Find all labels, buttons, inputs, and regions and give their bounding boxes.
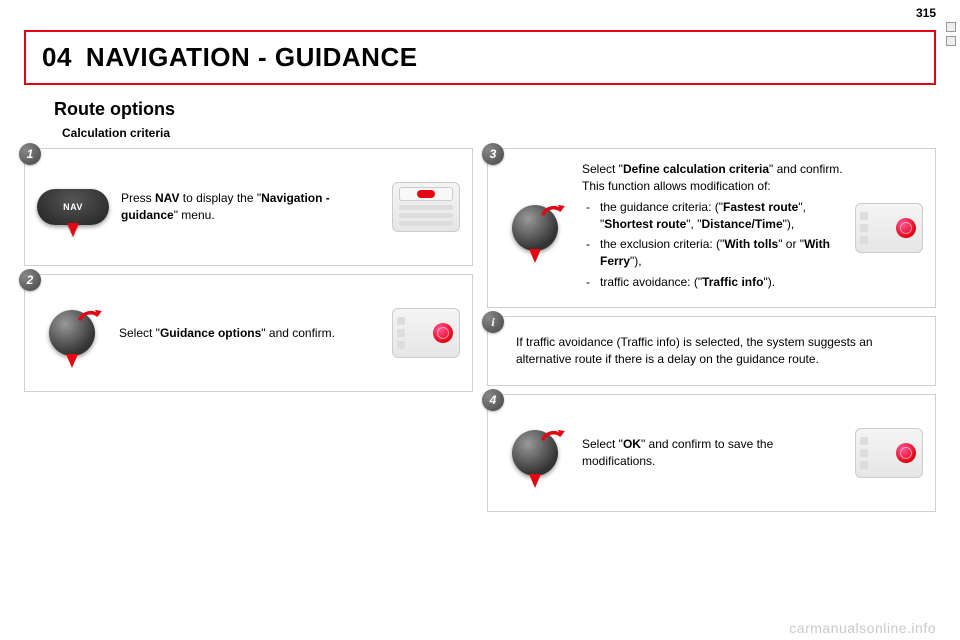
rotary-knob-icon — [500, 426, 570, 480]
panel-thumbnail — [392, 182, 460, 232]
rotate-arrow-icon — [538, 424, 566, 452]
chapter-title: 04 NAVIGATION - GUIDANCE — [42, 42, 918, 73]
text-bold: NAV — [155, 191, 179, 205]
step-2: 2 Select "Guidance options" and confirm. — [24, 274, 473, 392]
text-bold: Traffic info — [702, 275, 763, 289]
page-number: 315 — [916, 6, 936, 20]
text: the guidance criteria: (" — [600, 200, 723, 214]
text: " menu. — [174, 208, 215, 222]
rotary-knob-icon — [500, 201, 570, 255]
text: the exclusion criteria: (" — [600, 237, 724, 251]
right-column: 3 Select "Define calculation criteria" a… — [487, 148, 936, 512]
text: "), — [783, 217, 795, 231]
text: Select " — [582, 437, 623, 451]
text: This function allows modification of: — [582, 178, 843, 195]
text: ", " — [686, 217, 701, 231]
text: " or " — [778, 237, 804, 251]
info-note: i If traffic avoidance (Traffic info) is… — [487, 316, 936, 386]
text-bold: With tolls — [724, 237, 778, 251]
text: "), — [630, 254, 642, 268]
text-bold: Fastest route — [723, 200, 798, 214]
side-markers — [946, 22, 956, 46]
text: "). — [763, 275, 775, 289]
step-2-text: Select "Guidance options" and confirm. — [119, 325, 380, 342]
nav-button-icon: NAV — [37, 189, 109, 225]
text-bold: Shortest route — [604, 217, 686, 231]
text: Select " — [119, 326, 160, 340]
rotate-arrow-icon — [75, 304, 103, 332]
step-4-text: Select "OK" and confirm to save the modi… — [582, 436, 843, 470]
panel-thumbnail — [392, 308, 460, 358]
subsection-title: Calculation criteria — [62, 126, 936, 140]
watermark: carmanualsonline.info — [789, 620, 936, 636]
text-bold: OK — [623, 437, 641, 451]
step-3: 3 Select "Define calculation criteria" a… — [487, 148, 936, 308]
text: traffic avoidance: (" — [600, 275, 702, 289]
rotary-knob-icon — [37, 306, 107, 360]
step-badge: 1 — [19, 143, 41, 165]
text-bold: Distance/Time — [701, 217, 782, 231]
step-badge: 2 — [19, 269, 41, 291]
text: Press — [121, 191, 155, 205]
text: " and confirm. — [261, 326, 335, 340]
list-item: traffic avoidance: ("Traffic info"). — [582, 274, 843, 291]
step-1-text: Press NAV to display the "Navigation - g… — [121, 190, 380, 224]
chapter-number: 04 — [42, 42, 72, 72]
panel-thumbnail — [855, 203, 923, 253]
text-bold: Define calculation criteria — [623, 162, 769, 176]
section-title: Route options — [54, 99, 936, 120]
rotate-arrow-icon — [538, 199, 566, 227]
list-item: the exclusion criteria: ("With tolls" or… — [582, 236, 843, 270]
chapter-header: 04 NAVIGATION - GUIDANCE — [24, 30, 936, 85]
text: to display the " — [179, 191, 261, 205]
chapter-title-text: NAVIGATION - GUIDANCE — [86, 42, 418, 72]
step-badge: 3 — [482, 143, 504, 165]
text-bold: Guidance options — [160, 326, 261, 340]
list-item: the guidance criteria: ("Fastest route ",… — [582, 199, 843, 233]
step-4: 4 Select "OK" and confirm to save the mo… — [487, 394, 936, 512]
text: Select " — [582, 162, 623, 176]
text: " and confirm. — [769, 162, 843, 176]
info-text: If traffic avoidance (Traffic info) is s… — [500, 334, 923, 368]
step-badge: 4 — [482, 389, 504, 411]
info-badge: i — [482, 311, 504, 333]
step-3-text: Select "Define calculation criteria" and… — [582, 161, 843, 295]
panel-thumbnail — [855, 428, 923, 478]
nav-button: NAV — [37, 189, 109, 225]
step-1: 1 NAV Press NAV to display the "Navigati… — [24, 148, 473, 266]
left-column: 1 NAV Press NAV to display the "Navigati… — [24, 148, 473, 512]
